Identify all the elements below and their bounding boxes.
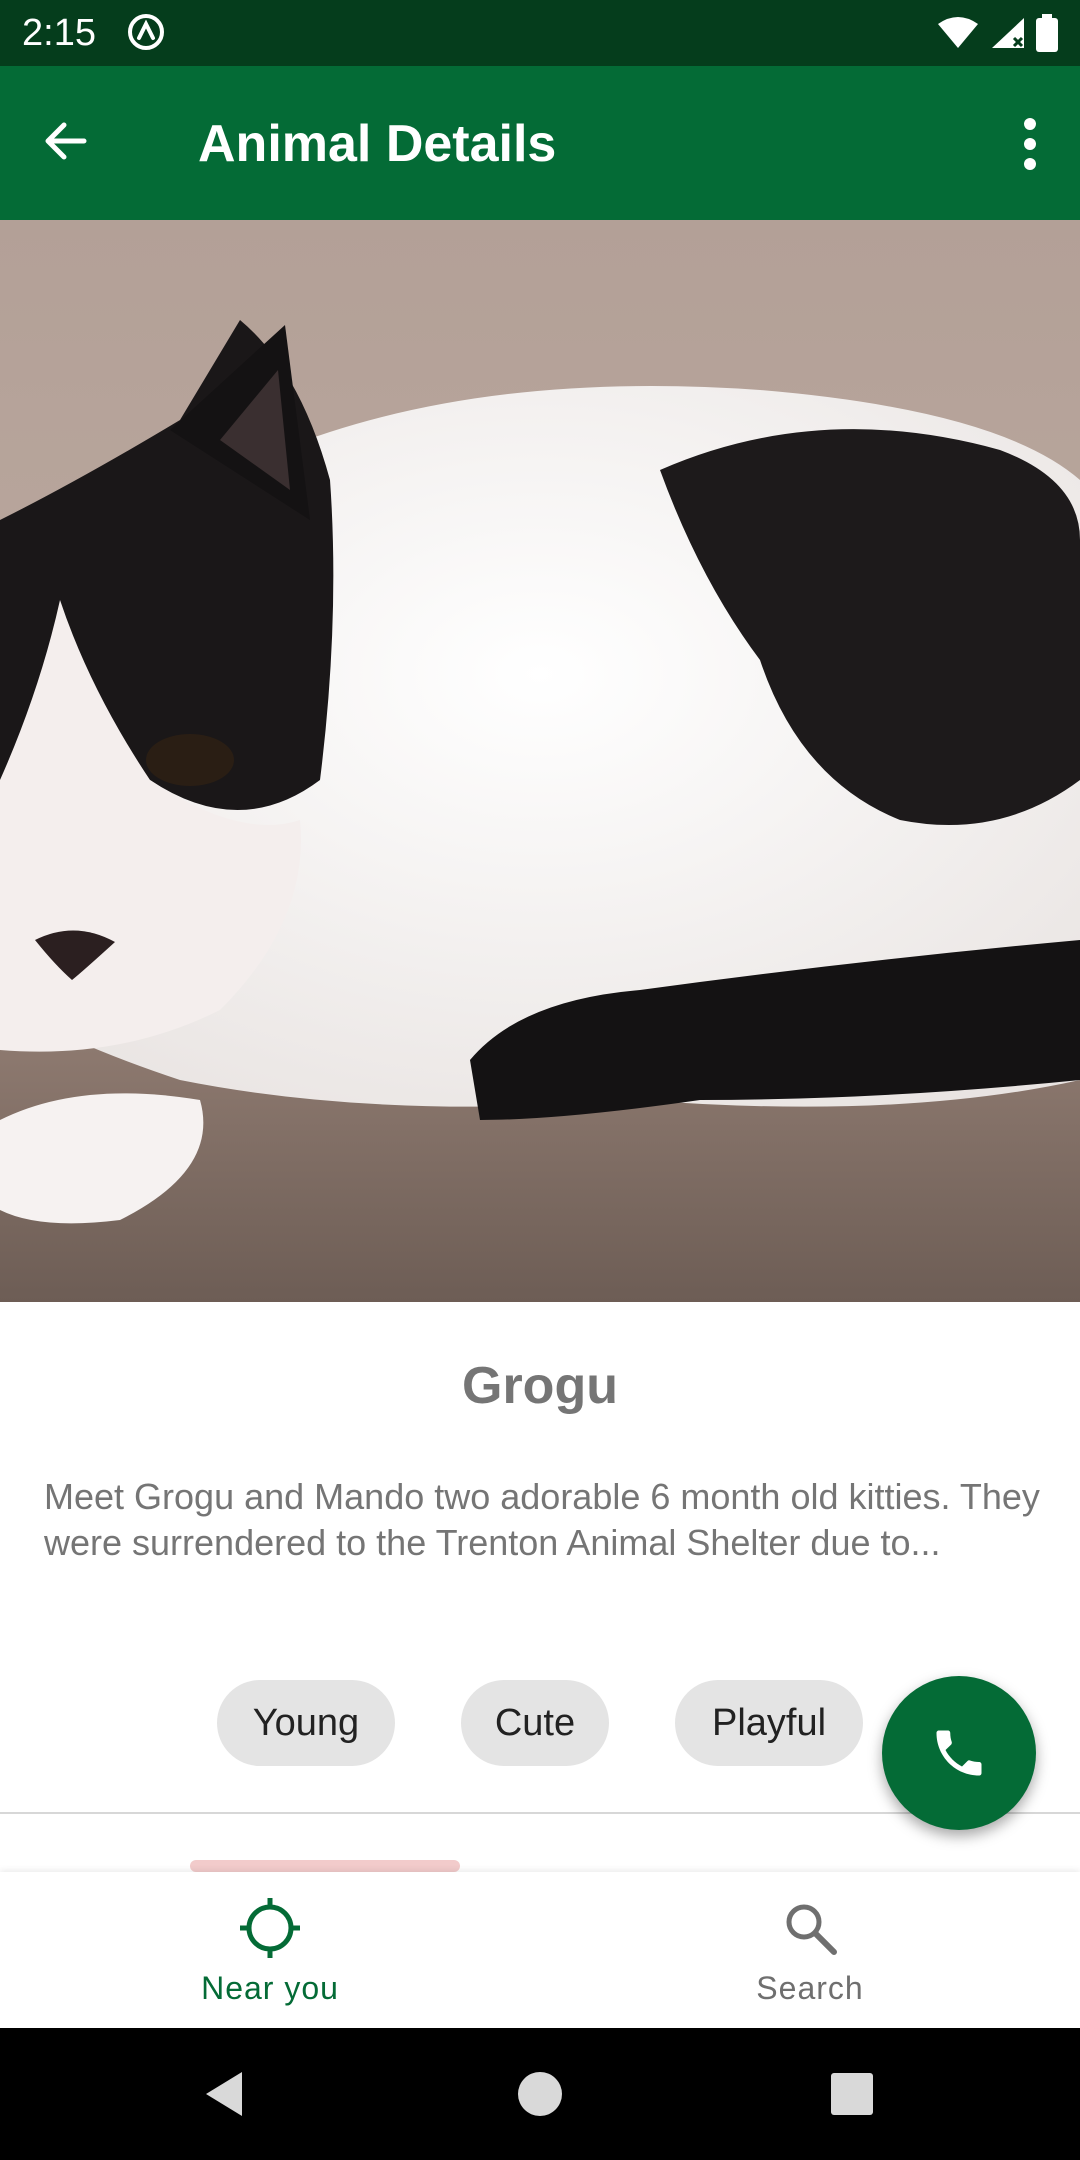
nav-item-search[interactable]: Search <box>540 1872 1080 2028</box>
wifi-icon <box>938 17 978 48</box>
location-crosshair-icon <box>240 1898 300 1958</box>
call-button[interactable] <box>882 1676 1036 1830</box>
phone-icon <box>936 1730 982 1776</box>
app-bar: Animal Details <box>0 66 1080 220</box>
tag-chip-playful: Playful <box>675 1680 863 1766</box>
system-navigation-bar <box>0 2028 1080 2160</box>
animal-description: Meet Grogu and Mando two adorable 6 mont… <box>44 1476 1040 1563</box>
arrow-back-icon[interactable] <box>36 111 96 171</box>
animal-photo <box>0 220 1080 1302</box>
search-icon <box>786 1904 837 1955</box>
bottom-navigation: Near you Search <box>0 1872 1080 2028</box>
signal-icon <box>992 18 1024 48</box>
status-bar: 2:15 <box>0 0 1080 66</box>
page-title: Animal Details <box>198 115 557 173</box>
more-vert-icon[interactable] <box>1020 116 1040 172</box>
nav-item-near-you[interactable]: Near you <box>0 1872 540 2028</box>
scrolled-content-peek <box>190 1860 460 1872</box>
status-time: 2:15 <box>22 12 96 54</box>
sync-icon <box>128 14 164 50</box>
back-triangle-icon[interactable] <box>196 2064 256 2124</box>
battery-icon <box>1036 14 1058 52</box>
nav-label-near-you: Near you <box>201 1970 339 2006</box>
nav-label-search: Search <box>756 1970 864 2006</box>
tag-chip-young: Young <box>217 1680 395 1766</box>
status-icons <box>936 14 1058 52</box>
animal-name: Grogu <box>462 1357 618 1415</box>
recents-square-icon[interactable] <box>822 2064 882 2124</box>
tag-chip-cute: Cute <box>461 1680 609 1766</box>
home-circle-icon[interactable] <box>510 2064 570 2124</box>
black-and-white-cat-photo <box>0 220 1080 1302</box>
